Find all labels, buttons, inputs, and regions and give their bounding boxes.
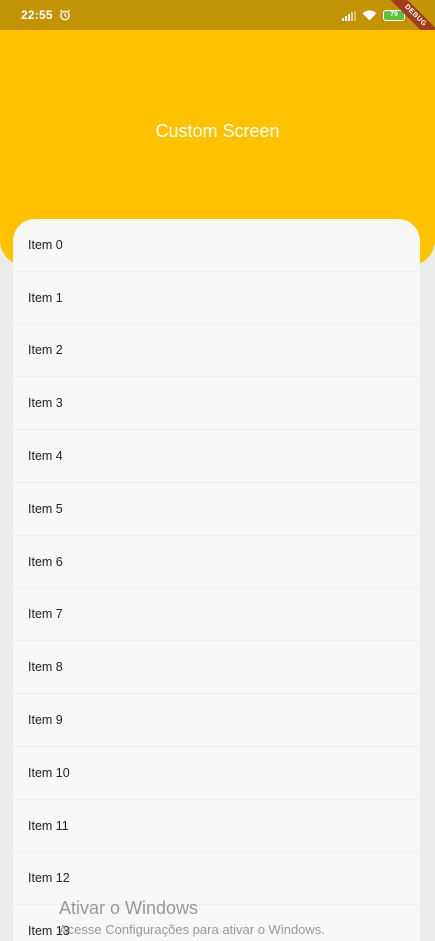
list-item[interactable]: Item 3	[13, 377, 420, 431]
list-item[interactable]: Item 4	[13, 430, 420, 483]
list-item[interactable]: Item 13	[13, 905, 420, 941]
list-item[interactable]: Item 0	[13, 219, 420, 272]
list-item[interactable]: Item 11	[13, 800, 420, 853]
status-time: 22:55	[21, 8, 53, 22]
list-item[interactable]: Item 10	[13, 747, 420, 800]
status-bar: 22:55 79 DEBUG	[0, 0, 435, 30]
list-item[interactable]: Item 1	[13, 272, 420, 325]
page-title: Custom Screen	[155, 121, 280, 141]
signal-icon	[342, 10, 356, 21]
list-item[interactable]: Item 5	[13, 483, 420, 536]
status-icons: 79	[342, 9, 405, 21]
list-item[interactable]: Item 9	[13, 694, 420, 747]
wifi-icon	[362, 9, 377, 21]
list-item[interactable]: Item 2	[13, 325, 420, 378]
list-item[interactable]: Item 6	[13, 536, 420, 589]
item-list[interactable]: Item 0 Item 1 Item 2 Item 3 Item 4 Item …	[13, 219, 420, 941]
alarm-icon	[59, 9, 71, 21]
list-item[interactable]: Item 8	[13, 641, 420, 695]
list-item[interactable]: Item 7	[13, 589, 420, 642]
list-item[interactable]: Item 12	[13, 853, 420, 906]
